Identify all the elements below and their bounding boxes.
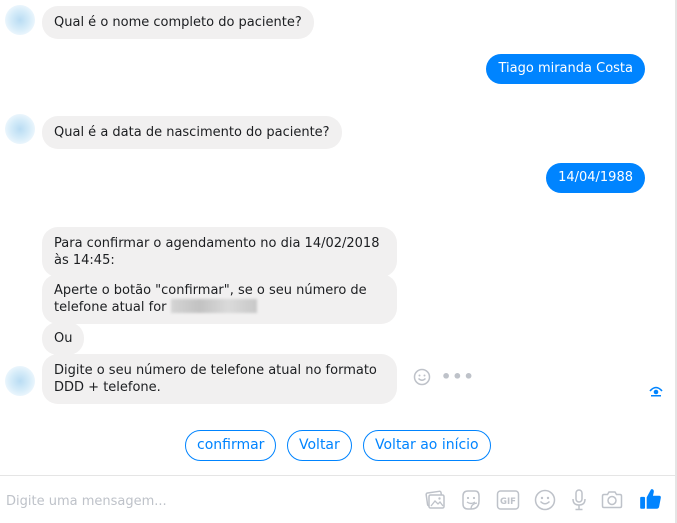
bot-message: Ou [42, 322, 85, 355]
image-icon[interactable] [423, 488, 447, 512]
svg-text:GIF: GIF [500, 497, 516, 507]
sticker-icon[interactable] [458, 488, 482, 512]
bot-avatar [5, 114, 35, 144]
message-text: Tiago miranda Costa [498, 61, 633, 76]
seen-indicator-icon [649, 386, 663, 397]
user-message: Tiago miranda Costa [486, 54, 645, 84]
quick-reply-voltar[interactable]: Voltar [287, 430, 352, 461]
bot-message: Aperte o botão "confirmar", se o seu núm… [42, 274, 397, 324]
thumbs-up-icon[interactable] [638, 486, 664, 512]
message-text: Digite o seu número de telefone atual no… [54, 363, 377, 395]
composer-divider [0, 475, 675, 476]
bot-message: Digite o seu número de telefone atual no… [42, 354, 397, 404]
message-input[interactable] [6, 490, 396, 512]
bot-message: Qual é a data de nascimento do paciente? [42, 116, 342, 149]
bot-avatar [5, 366, 35, 396]
message-text: Qual é a data de nascimento do paciente? [54, 125, 330, 140]
quick-reply-voltar-ao-inicio[interactable]: Voltar ao início [363, 430, 491, 461]
microphone-icon[interactable] [567, 488, 591, 512]
message-text: Qual é o nome completo do paciente? [54, 15, 302, 30]
quick-reply-confirmar[interactable]: confirmar [185, 430, 277, 461]
gif-icon[interactable]: GIF [496, 488, 520, 512]
message-text: Ou [54, 331, 73, 346]
emoji-icon[interactable] [533, 488, 557, 512]
bot-avatar [5, 5, 35, 35]
message-text: Para confirmar o agendamento no dia 14/0… [54, 236, 380, 268]
user-message: 14/04/1988 [546, 163, 645, 193]
camera-icon[interactable] [600, 488, 624, 512]
message-text: 14/04/1988 [558, 170, 633, 185]
bot-message: Para confirmar o agendamento no dia 14/0… [42, 227, 397, 277]
react-emoji-icon[interactable] [413, 368, 431, 386]
bot-message: Qual é o nome completo do paciente? [42, 6, 314, 39]
message-actions: ••• [413, 368, 475, 386]
redacted-phone [170, 299, 257, 313]
more-options-icon[interactable]: ••• [441, 368, 475, 386]
